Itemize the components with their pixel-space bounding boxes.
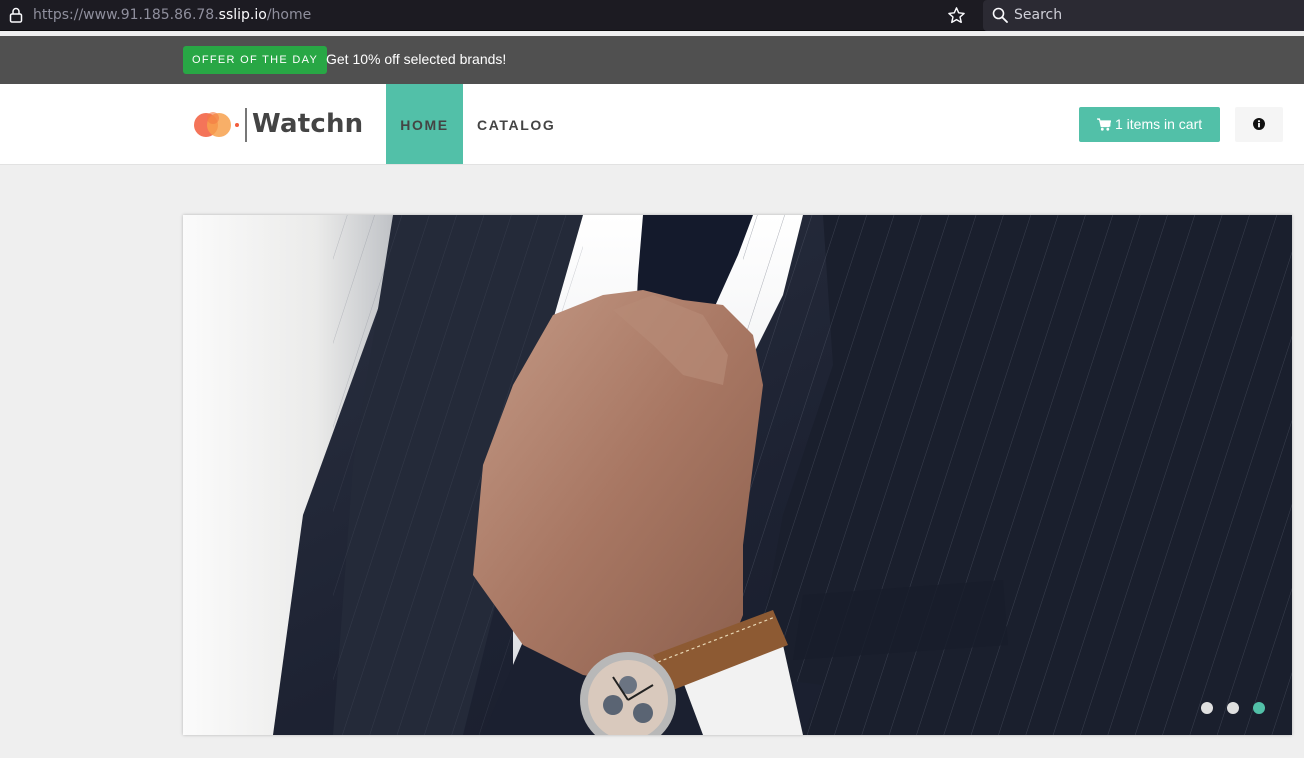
- address-bar[interactable]: https://www.91.185.86.78.sslip.io/home: [33, 7, 311, 23]
- offer-badge: OFFER OF THE DAY: [183, 46, 328, 74]
- search-placeholder: Search: [1014, 7, 1063, 23]
- info-button[interactable]: [1235, 107, 1283, 142]
- hero-carousel[interactable]: [183, 215, 1292, 735]
- url-path: /home: [266, 7, 312, 23]
- hero-image: [183, 215, 1292, 735]
- nav-item-catalog[interactable]: CATALOG: [477, 84, 555, 164]
- carousel-dot-1[interactable]: [1201, 702, 1213, 714]
- lock-icon[interactable]: [9, 7, 23, 23]
- url-prefix: https://www.91.185.86.78.: [33, 7, 219, 23]
- cart-label: 1 items in cart: [1115, 116, 1203, 132]
- site-navbar: Watchn HOME CATALOG 1 items in cart: [0, 84, 1304, 165]
- info-icon: [1253, 118, 1265, 130]
- offer-text: Get 10% off selected brands!: [326, 51, 507, 67]
- browser-toolbar: https://www.91.185.86.78.sslip.io/home S…: [0, 0, 1304, 31]
- carousel-dot-3[interactable]: [1253, 702, 1265, 714]
- search-icon: [992, 7, 1008, 23]
- cart-button[interactable]: 1 items in cart: [1079, 107, 1220, 142]
- logo-text[interactable]: Watchn: [252, 109, 363, 139]
- nav-item-home[interactable]: HOME: [386, 84, 463, 164]
- shopping-cart-icon: [1097, 118, 1111, 131]
- promo-bar: OFFER OF THE DAY Get 10% off selected br…: [0, 36, 1304, 84]
- url-domain: sslip.io: [218, 7, 267, 23]
- bookmark-star-icon[interactable]: [947, 6, 966, 25]
- carousel-dot-2[interactable]: [1227, 702, 1239, 714]
